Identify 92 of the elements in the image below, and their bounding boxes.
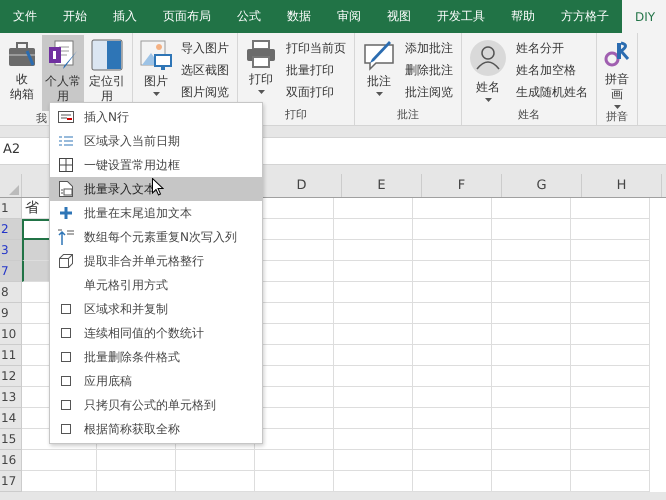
row-header[interactable]: 14 bbox=[0, 408, 22, 429]
row-header[interactable]: 17 bbox=[0, 471, 22, 492]
ribbon-tab[interactable]: 帮助 bbox=[498, 0, 548, 33]
group-label: 姓名 bbox=[518, 108, 540, 121]
menu-item[interactable]: 只拷贝有公式的单元格到 bbox=[50, 393, 262, 417]
group-label: 打印 bbox=[285, 108, 307, 121]
ribbon-tab[interactable]: 页面布局 bbox=[150, 0, 224, 33]
printer-icon bbox=[245, 39, 277, 69]
toolbox-icon bbox=[7, 39, 37, 69]
document-icon bbox=[59, 181, 73, 197]
menu-item[interactable]: 数组每个元素重复N次写入列 bbox=[50, 225, 262, 249]
pinyin-icon bbox=[604, 39, 630, 69]
row-header[interactable]: 11 bbox=[0, 345, 22, 366]
ribbon-small-button[interactable]: 姓名加空格 bbox=[512, 59, 592, 81]
row-header[interactable]: 16 bbox=[0, 450, 22, 471]
button-label: 拼音 画 bbox=[605, 72, 629, 102]
button-label: 图片 bbox=[144, 74, 168, 89]
row-header[interactable]: 9 bbox=[0, 303, 22, 324]
ribbon-tab[interactable]: 审阅 bbox=[324, 0, 374, 33]
ribbon-button[interactable]: 收 纳箱 bbox=[4, 35, 40, 111]
row-header[interactable]: 13 bbox=[0, 387, 22, 408]
panel-icon bbox=[91, 39, 123, 71]
button-label: 定位引 用 bbox=[89, 74, 125, 104]
column-header[interactable]: G bbox=[502, 174, 582, 197]
button-label: 收 纳箱 bbox=[10, 72, 34, 102]
row-header[interactable]: 1 bbox=[0, 198, 22, 219]
row-header[interactable]: 12 bbox=[0, 366, 22, 387]
group-label: 我 bbox=[36, 112, 47, 125]
group-label: 批注 bbox=[397, 108, 419, 121]
ribbon-button[interactable]: 拼音 画 bbox=[601, 35, 633, 109]
button-label: 个人常 用 bbox=[45, 74, 81, 104]
checkbox-icon bbox=[61, 304, 71, 314]
group-label: 拼音 bbox=[606, 110, 628, 123]
ribbon-small-button[interactable]: 打印当前页 bbox=[282, 37, 350, 59]
menu-item[interactable]: 应用底稿 bbox=[50, 369, 262, 393]
ribbon-small-button[interactable]: 批量打印 bbox=[282, 59, 350, 81]
ribbon-tab[interactable]: 开发工具 bbox=[424, 0, 498, 33]
ribbon-tab[interactable]: DIY bbox=[622, 0, 666, 33]
column-header[interactable]: E bbox=[342, 174, 422, 197]
ribbon-button[interactable]: 姓名 bbox=[466, 35, 510, 107]
checkbox-icon bbox=[61, 424, 71, 434]
cube-icon bbox=[59, 254, 73, 268]
row-header[interactable]: 2 bbox=[0, 219, 22, 240]
ribbon-button[interactable]: 个人常 用 bbox=[42, 35, 84, 111]
comment-pencil-icon bbox=[362, 39, 396, 71]
ribbon-small-button[interactable]: 生成随机姓名 bbox=[512, 81, 592, 103]
border-grid-icon bbox=[59, 158, 73, 172]
ribbon-tab[interactable]: 公式 bbox=[224, 0, 274, 33]
ribbon-tab[interactable]: 数据 bbox=[274, 0, 324, 33]
checkbox-icon bbox=[61, 328, 71, 338]
person-icon bbox=[469, 39, 507, 77]
ribbon-small-button[interactable]: 删除批注 bbox=[401, 59, 457, 81]
ribbon-tab[interactable]: 开始 bbox=[50, 0, 100, 33]
ribbon-tab[interactable]: 视图 bbox=[374, 0, 424, 33]
list-icon bbox=[59, 136, 73, 146]
menu-item[interactable]: 区域求和并复制 bbox=[50, 297, 262, 321]
row-header[interactable]: 7 bbox=[0, 261, 22, 282]
ribbon-small-button[interactable]: 姓名分开 bbox=[512, 37, 592, 59]
button-label: 批注 bbox=[367, 74, 391, 89]
ribbon-button[interactable]: 打印 bbox=[242, 35, 280, 107]
column-header[interactable]: H bbox=[582, 174, 662, 197]
row-header[interactable]: 8 bbox=[0, 282, 22, 303]
ribbon-small-button[interactable]: 图片阅览 bbox=[177, 81, 233, 103]
menu-item[interactable]: 根据简称获取全称 bbox=[50, 417, 262, 441]
ribbon-small-button[interactable]: 添加批注 bbox=[401, 37, 457, 59]
ribbon-button[interactable]: 批注 bbox=[359, 35, 399, 107]
ribbon-small-button[interactable]: 批注阅览 bbox=[401, 81, 457, 103]
checkbox-icon bbox=[61, 400, 71, 410]
button-label: 姓名 bbox=[476, 80, 500, 95]
picture-monitor-icon bbox=[140, 39, 172, 71]
menu-item[interactable]: 连续相同值的个数统计 bbox=[50, 321, 262, 345]
ribbon-tab[interactable]: 插入 bbox=[100, 0, 150, 33]
rows-icon bbox=[58, 111, 74, 123]
ribbon-tab[interactable]: 文件 bbox=[0, 0, 50, 33]
menu-item[interactable]: 单元格引用方式 bbox=[50, 273, 262, 297]
checkbox-icon bbox=[61, 352, 71, 362]
ribbon-small-button[interactable]: 导入图片 bbox=[177, 37, 233, 59]
ribbon-button[interactable]: 图片 bbox=[137, 35, 175, 107]
button-label: 打印 bbox=[249, 72, 273, 87]
ribbon-tab[interactable]: 方方格子 bbox=[548, 0, 622, 33]
ribbon-small-button[interactable]: 选区截图 bbox=[177, 59, 233, 81]
corner-triangle-icon bbox=[9, 185, 19, 195]
checkbox-icon bbox=[61, 376, 71, 386]
menu-item[interactable]: 提取非合并单元格整行 bbox=[50, 249, 262, 273]
ribbon-small-button[interactable]: 双面打印 bbox=[282, 81, 350, 103]
arrow-list-icon bbox=[58, 229, 74, 245]
row-header[interactable]: 10 bbox=[0, 324, 22, 345]
row-header[interactable]: 15 bbox=[0, 429, 22, 450]
column-header[interactable]: F bbox=[422, 174, 502, 197]
plus-icon bbox=[60, 207, 72, 219]
menu-item[interactable]: 批量删除条件格式 bbox=[50, 345, 262, 369]
row-header[interactable]: 3 bbox=[0, 240, 22, 261]
